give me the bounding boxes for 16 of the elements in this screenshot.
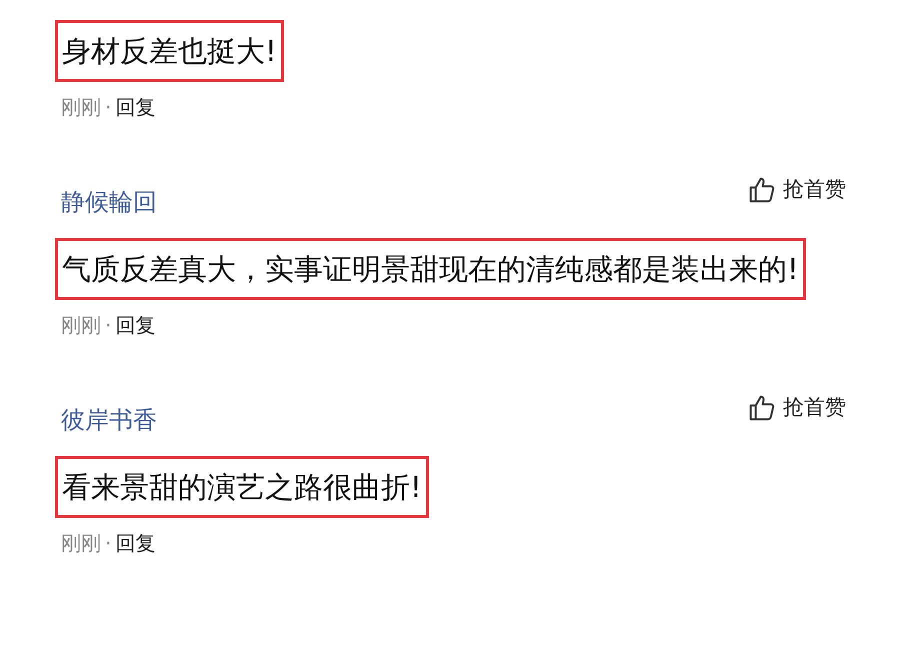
comment-text: 气质反差真大，实事证明景甜现在的清纯感都是装出来的! [62,251,799,288]
comment-text: 看来景甜的演艺之路很曲折! [62,469,422,506]
separator: · [105,312,112,339]
comment-text: 身材反差也挺大! [62,33,277,70]
separator: · [105,530,112,557]
timestamp: 刚刚 [61,94,101,121]
username[interactable]: 静候輪回 [55,184,157,220]
like-button[interactable]: 抢首赞 [747,174,846,206]
timestamp: 刚刚 [61,530,101,557]
reply-link[interactable]: 回复 [115,528,156,558]
reply-link[interactable]: 回复 [115,310,156,340]
like-button[interactable]: 抢首赞 [747,392,846,424]
timestamp: 刚刚 [61,312,101,339]
separator: · [105,94,112,121]
reply-link[interactable]: 回复 [115,92,156,122]
username[interactable]: 彼岸书香 [55,402,157,438]
